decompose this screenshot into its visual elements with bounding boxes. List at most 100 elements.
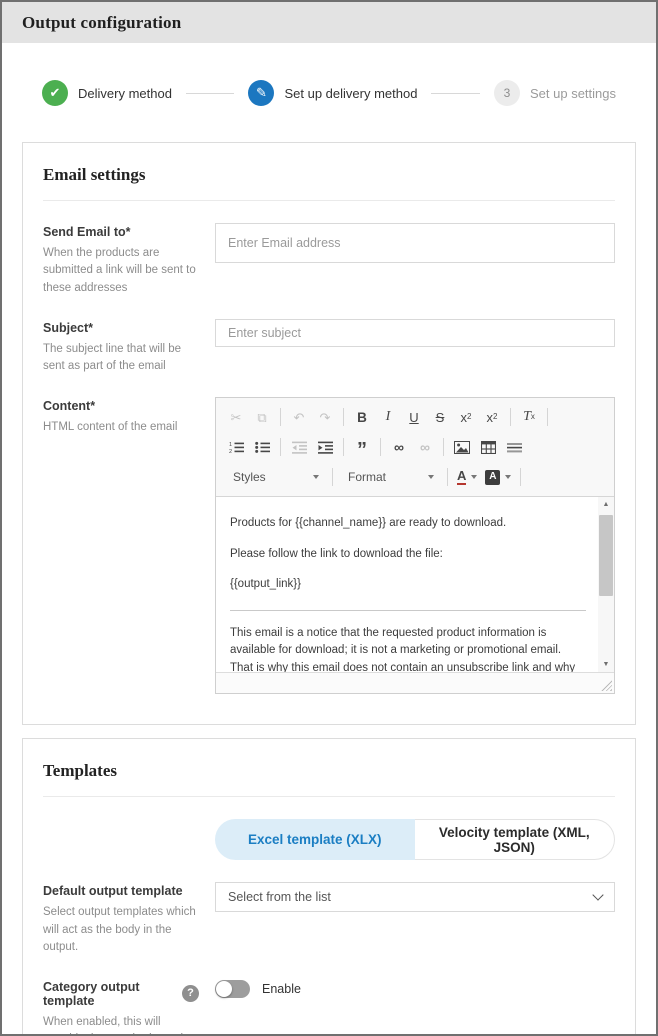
subject-row: Subject* The subject line that will be s…: [43, 319, 615, 376]
toolbar-separator: [380, 438, 381, 456]
editor-toolbar-row: ✂⧉↶↷BIUSx2x2Tx: [221, 402, 609, 432]
step-label: Set up delivery method: [284, 86, 417, 101]
default-output-template-label: Default output template: [43, 884, 199, 898]
italic-icon[interactable]: I: [376, 405, 400, 429]
category-output-label-col: Category output template ? When enabled,…: [43, 978, 215, 1036]
subscript-icon[interactable]: x2: [454, 405, 478, 429]
toolbar-separator: [447, 468, 448, 486]
toggle-label: Enable: [262, 982, 301, 996]
category-output-label-line: Category output template ?: [43, 978, 199, 1008]
dialog-title: Output configuration: [22, 13, 181, 33]
step-delivery-method[interactable]: ✔ Delivery method: [42, 80, 172, 106]
superscript-icon[interactable]: x2: [480, 405, 504, 429]
editor-paragraph: {{output_link}}: [230, 576, 586, 593]
format-dropdown-label: Format: [348, 470, 386, 484]
toolbar-separator: [343, 438, 344, 456]
copy-icon: ⧉: [250, 405, 274, 429]
tab-velocity-template[interactable]: Velocity template (XML, JSON): [415, 819, 616, 860]
underline-icon[interactable]: U: [402, 405, 426, 429]
editor-toolbar: ✂⧉↶↷BIUSx2x2Tx12”∞∞ Styles Format: [216, 398, 614, 497]
step-set-up-settings: 3 Set up settings: [494, 80, 616, 106]
toolbar-separator: [343, 408, 344, 426]
editor-paragraph: Please follow the link to download the f…: [230, 546, 586, 563]
content-row: Content* HTML content of the email ✂⧉↶↷B…: [43, 397, 615, 694]
category-output-field-col: Enable: [215, 978, 615, 998]
step-set-up-delivery-method[interactable]: ✎ Set up delivery method: [248, 80, 417, 106]
scrollbar-thumb[interactable]: [599, 515, 613, 596]
template-tabs-row: Excel template (XLX) Velocity template (…: [215, 819, 615, 860]
dialog-header: Output configuration: [2, 2, 656, 43]
editor-scrollbar[interactable]: ▲ ▼: [598, 497, 614, 672]
table-icon[interactable]: [476, 435, 500, 459]
redo-icon: ↷: [313, 405, 337, 429]
scroll-down-icon[interactable]: ▼: [598, 657, 614, 672]
content-rich-text-editor: ✂⧉↶↷BIUSx2x2Tx12”∞∞ Styles Format: [215, 397, 615, 694]
text-color-button[interactable]: A: [454, 465, 480, 489]
chevron-down-icon: [592, 890, 603, 901]
indent-icon[interactable]: [313, 435, 337, 459]
check-icon: ✔: [42, 80, 68, 106]
step-label: Set up settings: [530, 86, 616, 101]
default-output-label-col: Default output template Select output te…: [43, 882, 215, 956]
link-icon[interactable]: ∞: [387, 435, 411, 459]
toolbar-separator: [280, 438, 281, 456]
remove-format-icon[interactable]: Tx: [517, 405, 541, 429]
step-label: Delivery method: [78, 86, 172, 101]
scrollbar-track[interactable]: [598, 512, 614, 657]
send-email-to-field-col: [215, 223, 615, 263]
category-output-template-label: Category output template: [43, 980, 173, 1008]
horizontal-rule-icon[interactable]: [502, 435, 526, 459]
help-icon[interactable]: ?: [182, 985, 199, 1002]
content-field-col: ✂⧉↶↷BIUSx2x2Tx12”∞∞ Styles Format: [215, 397, 615, 694]
toolbar-separator: [520, 468, 521, 486]
subject-input[interactable]: [215, 319, 615, 347]
editor-content[interactable]: Products for {{channel_name}} are ready …: [216, 497, 598, 672]
chevron-down-icon: [428, 475, 434, 479]
editor-body: Products for {{channel_name}} are ready …: [216, 497, 614, 672]
category-template-toggle[interactable]: [215, 980, 250, 998]
numbered-list-icon[interactable]: 12: [224, 435, 248, 459]
background-color-icon: A: [485, 470, 500, 485]
template-tabs: Excel template (XLX) Velocity template (…: [215, 819, 615, 860]
step-connector: [186, 93, 235, 94]
section-title: Templates: [43, 761, 615, 781]
blockquote-icon[interactable]: ”: [350, 435, 374, 459]
cut-icon: ✂: [224, 405, 248, 429]
styles-dropdown[interactable]: Styles: [225, 466, 325, 488]
unlink-icon: ∞: [413, 435, 437, 459]
editor-paragraph: Products for {{channel_name}} are ready …: [230, 515, 586, 532]
tab-excel-template[interactable]: Excel template (XLX): [215, 819, 415, 860]
editor-paragraph: This email is a notice that the requeste…: [230, 625, 586, 672]
send-email-to-input[interactable]: [215, 223, 615, 263]
bold-icon[interactable]: B: [350, 405, 374, 429]
content-description: HTML content of the email: [43, 419, 199, 436]
editor-toolbar-row: Styles Format A: [221, 462, 609, 492]
format-dropdown[interactable]: Format: [340, 466, 440, 488]
default-output-template-select[interactable]: Select from the list: [215, 882, 615, 912]
scroll-up-icon[interactable]: ▲: [598, 497, 614, 512]
toolbar-separator: [547, 408, 548, 426]
chevron-down-icon: [505, 475, 511, 479]
category-output-template-description: When enabled, this will override the sta…: [43, 1014, 199, 1036]
image-icon[interactable]: [450, 435, 474, 459]
default-output-field-col: Select from the list: [215, 882, 615, 912]
category-output-template-row: Category output template ? When enabled,…: [43, 978, 615, 1036]
strikethrough-icon[interactable]: S: [428, 405, 452, 429]
step-number: 3: [494, 80, 520, 106]
output-configuration-dialog: Output configuration ✔ Delivery method ✎…: [0, 0, 658, 1036]
toolbar-separator: [332, 468, 333, 486]
subject-field-col: [215, 319, 615, 347]
svg-text:1: 1: [229, 442, 232, 448]
bullet-list-icon[interactable]: [250, 435, 274, 459]
chevron-down-icon: [471, 475, 477, 479]
section-title: Email settings: [43, 165, 615, 185]
default-output-template-description: Select output templates which will act a…: [43, 904, 199, 956]
background-color-button[interactable]: A: [482, 465, 514, 489]
step-connector: [431, 93, 480, 94]
category-toggle-row: Enable: [215, 980, 615, 998]
resize-handle-icon[interactable]: [601, 680, 612, 691]
toolbar-separator: [280, 408, 281, 426]
subject-description: The subject line that will be sent as pa…: [43, 341, 199, 376]
toolbar-separator: [510, 408, 511, 426]
toggle-knob-icon: [216, 981, 232, 997]
